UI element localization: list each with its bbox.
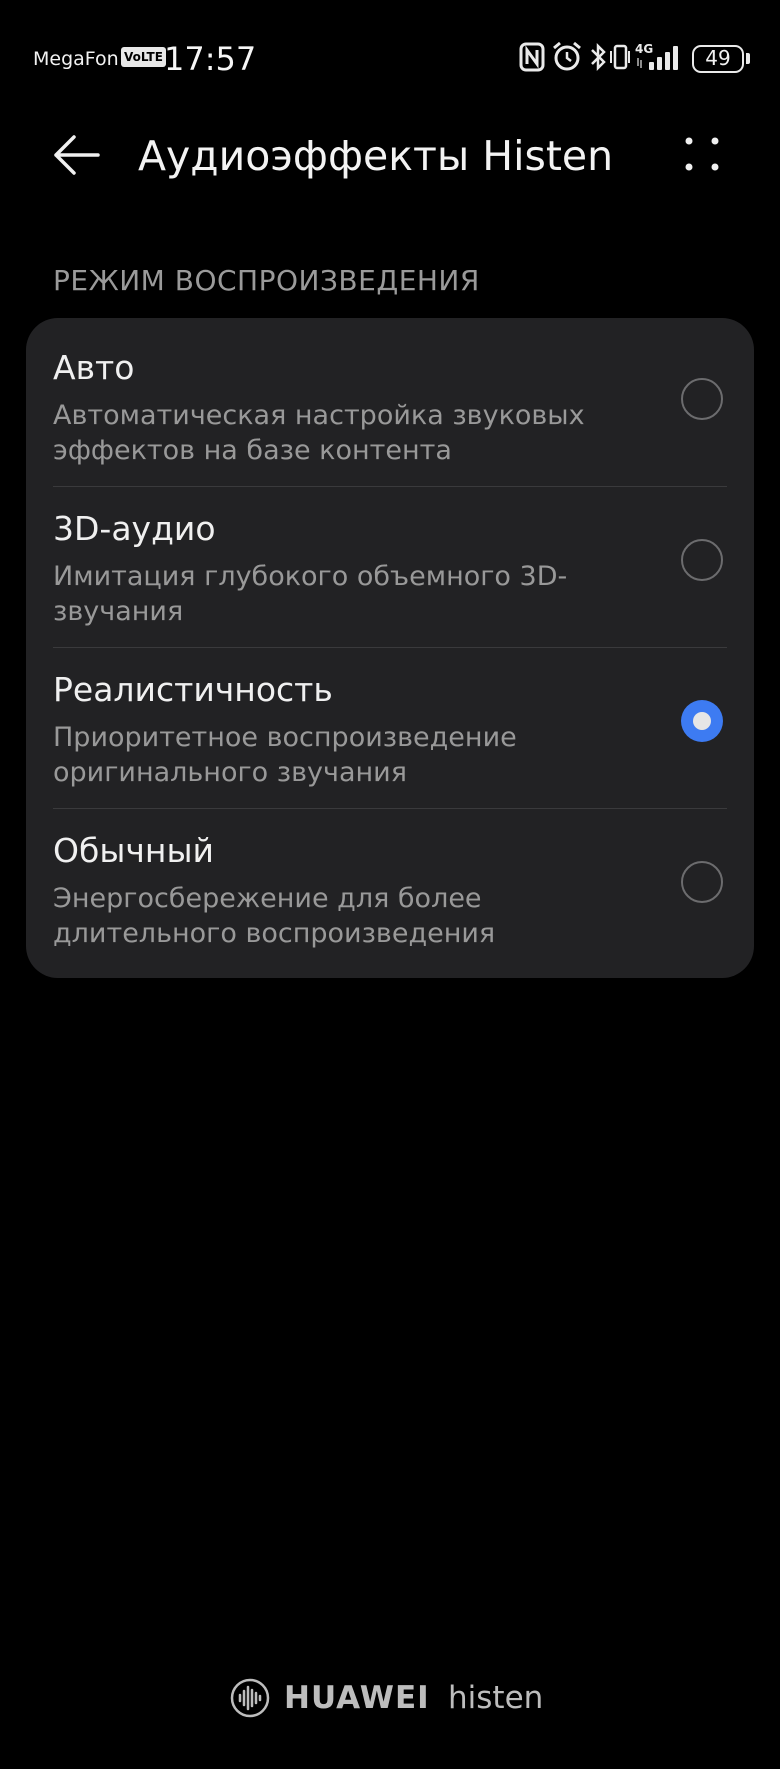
option-description: Имитация глубокого объемного 3D-звучания [53,561,568,627]
bluetooth-icon [591,42,606,72]
page-title: Аудиоэффекты Histen [138,132,614,180]
svg-text:4G: 4G [635,42,653,56]
vibrate-icon [610,44,630,70]
option-title: Реалистичность [53,670,333,709]
radio-normal[interactable] [681,861,723,903]
back-arrow-icon [54,135,100,175]
back-button[interactable] [48,130,108,180]
nfc-icon [519,42,545,72]
status-bar: MegaFon VoLTE 17:57 4G 49 [0,0,780,120]
option-title: 3D-аудио [53,509,216,548]
histen-logo-icon [230,1678,270,1718]
status-time: 17:57 [164,40,257,78]
more-dots-icon [685,137,719,171]
screen: MegaFon VoLTE 17:57 4G 49 Аудиоэффекты H… [0,0,780,1769]
option-normal[interactable]: Обычный Энергосбережение для более длите… [26,801,754,962]
huawei-histen-logo: HUAWEI histen [230,1676,560,1720]
signal-icon: 4G [635,42,678,70]
carrier-name: MegaFon [33,48,119,70]
option-realistic[interactable]: Реалистичность Приоритетное воспроизведе… [26,640,754,801]
playback-mode-card: Авто Автоматическая настройка звуковых э… [26,318,754,978]
battery-icon: 49 [692,45,744,73]
radio-auto[interactable] [681,378,723,420]
option-title: Обычный [53,831,214,870]
volte-badge: VoLTE [121,47,166,67]
brand-name: HUAWEI [284,1680,430,1716]
option-title: Авто [53,348,135,387]
option-description: Автоматическая настройка звуковых эффект… [53,400,585,466]
more-options-button[interactable] [680,130,724,180]
section-header: РЕЖИМ ВОСПРОИЗВЕДЕНИЯ [53,264,480,297]
battery-cap [746,53,750,64]
brand-product: histen [448,1680,544,1716]
option-description: Приоритетное воспроизведение оригинально… [53,722,517,788]
option-auto[interactable]: Авто Автоматическая настройка звуковых э… [26,318,754,479]
alarm-icon [553,41,581,71]
option-3d-audio[interactable]: 3D-аудио Имитация глубокого объемного 3D… [26,479,754,640]
option-description: Энергосбережение для более длительного в… [53,883,496,949]
title-bar: Аудиоэффекты Histen [0,110,780,200]
radio-realistic[interactable] [681,700,723,742]
radio-3d-audio[interactable] [681,539,723,581]
